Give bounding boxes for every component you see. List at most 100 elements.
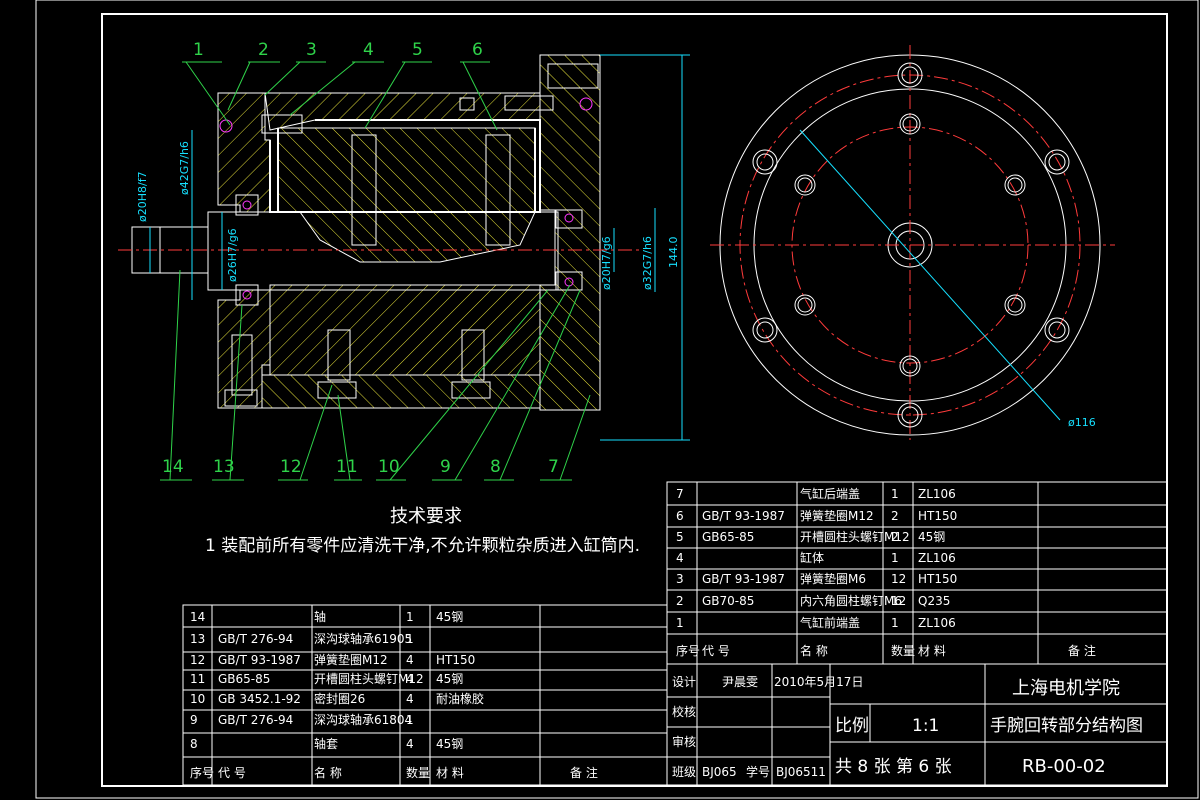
tb-designer: 尹晨雯 [722, 675, 758, 689]
rear-cover-hatch [539, 54, 601, 411]
tb-scale-value: 1:1 [912, 716, 939, 736]
bom_right-cell-r0-c4: ZL106 [918, 487, 956, 501]
balloon-1: 1 [193, 40, 204, 60]
bom_right-cell-r1-c1: GB/T 93-1987 [702, 509, 785, 523]
bom_left-cell-r6-c4: 45钢 [436, 737, 463, 751]
bom_left-cell-r3-c1: GB65-85 [218, 672, 270, 686]
bom_left-cell-r6-c0: 8 [190, 737, 198, 751]
dim-d20h7: ø20H7/g6 [600, 236, 613, 290]
bom_left-cell-r1-c3: 1 [406, 632, 414, 646]
bom_left-cell-r4-c3: 4 [406, 692, 414, 706]
bom_right-cell-r2-c4: 45钢 [918, 530, 945, 544]
dim-d26h7: ø26H7/g6 [226, 228, 239, 282]
balloon-3: 3 [306, 40, 317, 60]
bom_left-cell-r4-c2: 密封圈26 [314, 691, 365, 706]
bom_left-cell-r5-c0: 9 [190, 713, 198, 727]
tb-check-label: 校核 [672, 704, 696, 719]
bom_right-cell-r5-c4: Q235 [918, 594, 950, 608]
balloon-8: 8 [490, 457, 501, 477]
bom_left-cell-r5-c3: 1 [406, 713, 414, 727]
bom_right-cell-r3-c3: 1 [891, 551, 899, 565]
balloon-13: 13 [213, 457, 235, 477]
bom_right-cell-r4-c2: 弹簧垫圈M6 [800, 571, 866, 586]
tb-school: 上海电机学院 [1012, 678, 1120, 699]
bom_left-cell-r4-c4: 耐油橡胶 [436, 691, 484, 706]
bom_right-cell-r5-c1: GB70-85 [702, 594, 754, 608]
bom_right-cell-r2-c3: 2 [891, 530, 899, 544]
bom-left-table: 14 轴 1 45钢13 GB/T 276-94 深沟球轴承61905112 GB/T 93… [190, 609, 598, 780]
bom_right-cell-r4-c4: HT150 [918, 572, 957, 586]
tb-class-value: BJ065 [702, 765, 737, 779]
bom_left-cell-r2-c0: 12 [190, 653, 205, 667]
bom_left-cell-r6-c3: 4 [406, 737, 414, 751]
end-view [710, 45, 1115, 440]
tb-sid-label: 学号 [746, 764, 770, 779]
bom_right-cell-r1-c0: 6 [676, 509, 684, 523]
tech-line1: 1 装配前所有零件应清洗干净,不允许颗粒杂质进入缸筒内. [205, 535, 640, 556]
balloon-9: 9 [440, 457, 451, 477]
balloon-11: 11 [336, 457, 358, 477]
bom_left-header-c1: 代 号 [218, 766, 246, 780]
dim-144: 144.0 [667, 237, 680, 269]
bom_left-cell-r1-c0: 13 [190, 632, 205, 646]
bom_right-cell-r6-c0: 1 [676, 616, 684, 630]
bom_right-header-c4: 材 料 [918, 644, 946, 658]
tech-title: 技术要求 [390, 506, 462, 527]
tb-drawing-name: 手腕回转部分结构图 [990, 716, 1143, 736]
bom_left-cell-r5-c2: 深沟球轴承61804 [314, 712, 412, 727]
bom_left-header-c2: 名 称 [314, 765, 342, 780]
bom_left-cell-r2-c3: 4 [406, 653, 414, 667]
tb-review-label: 审核 [672, 734, 696, 749]
dim-d32g7: ø32G7/h6 [641, 236, 654, 290]
balloon-14: 14 [162, 457, 184, 477]
bom_right-cell-r1-c3: 2 [891, 509, 899, 523]
bom_right-header-c0: 序号 [676, 643, 700, 658]
bom_right-cell-r0-c0: 7 [676, 487, 684, 501]
section-view [118, 54, 640, 411]
balloon-12: 12 [280, 457, 302, 477]
bom_right-cell-r5-c3: 12 [891, 594, 906, 608]
bom_right-cell-r5-c2: 内六角圆柱螺钉M6 [800, 593, 902, 608]
bom_left-cell-r3-c0: 11 [190, 672, 205, 686]
bom_left-cell-r2-c1: GB/T 93-1987 [218, 653, 301, 667]
tb-design-label: 设计 [672, 675, 696, 689]
bom_right-cell-r2-c0: 5 [676, 530, 684, 544]
balloon-2: 2 [258, 40, 269, 60]
bom_left-cell-r4-c0: 10 [190, 692, 205, 706]
bom_right-cell-r2-c1: GB65-85 [702, 530, 754, 544]
dim-d20h8: ø20H8/f7 [136, 171, 149, 222]
bom_right-cell-r3-c4: ZL106 [918, 551, 956, 565]
bom_left-cell-r1-c2: 深沟球轴承61905 [314, 631, 412, 646]
bom_right-cell-r3-c0: 4 [676, 551, 684, 565]
front-cover-hatch [217, 92, 271, 213]
tb-sheets: 共 8 张 第 6 张 [835, 757, 952, 777]
bom_left-cell-r0-c2: 轴 [314, 609, 326, 624]
rotor-hatch [277, 127, 536, 263]
bom_left-cell-r0-c0: 14 [190, 610, 205, 624]
bom_right-header-c3: 数量 [891, 643, 915, 658]
bom_left-cell-r3-c4: 45钢 [436, 672, 463, 686]
tb-class-label: 班级 [672, 765, 696, 779]
bom_left-cell-r3-c3: 4 [406, 672, 414, 686]
bom_right-cell-r1-c2: 弹簧垫圈M12 [800, 508, 874, 523]
bom_right-cell-r5-c0: 2 [676, 594, 684, 608]
tb-scale-label: 比例 [835, 716, 869, 736]
bom_left-header-c4: 材 料 [436, 766, 464, 780]
bom_right-cell-r6-c2: 气缸前端盖 [800, 615, 860, 630]
bom_right-cell-r4-c0: 3 [676, 572, 684, 586]
bom_right-cell-r6-c3: 1 [891, 616, 899, 630]
bom_left-header-c5: 备 注 [570, 765, 598, 780]
bom_right-cell-r0-c3: 1 [891, 487, 899, 501]
bom_left-cell-r4-c1: GB 3452.1-92 [218, 692, 301, 706]
bom_left-header-c3: 数量 [406, 765, 430, 780]
bom_left-cell-r1-c1: GB/T 276-94 [218, 632, 293, 646]
bom_right-cell-r6-c4: ZL106 [918, 616, 956, 630]
balloon-7: 7 [548, 457, 559, 477]
bom_right-header-c2: 名 称 [800, 643, 828, 658]
tb-sid-value: BJ06511 [776, 765, 826, 779]
balloon-5: 5 [412, 40, 423, 60]
tb-code: RB-00-02 [1022, 756, 1106, 777]
balloon-10: 10 [378, 457, 400, 477]
bom_left-cell-r5-c1: GB/T 276-94 [218, 713, 293, 727]
bom_left-cell-r0-c4: 45钢 [436, 610, 463, 624]
